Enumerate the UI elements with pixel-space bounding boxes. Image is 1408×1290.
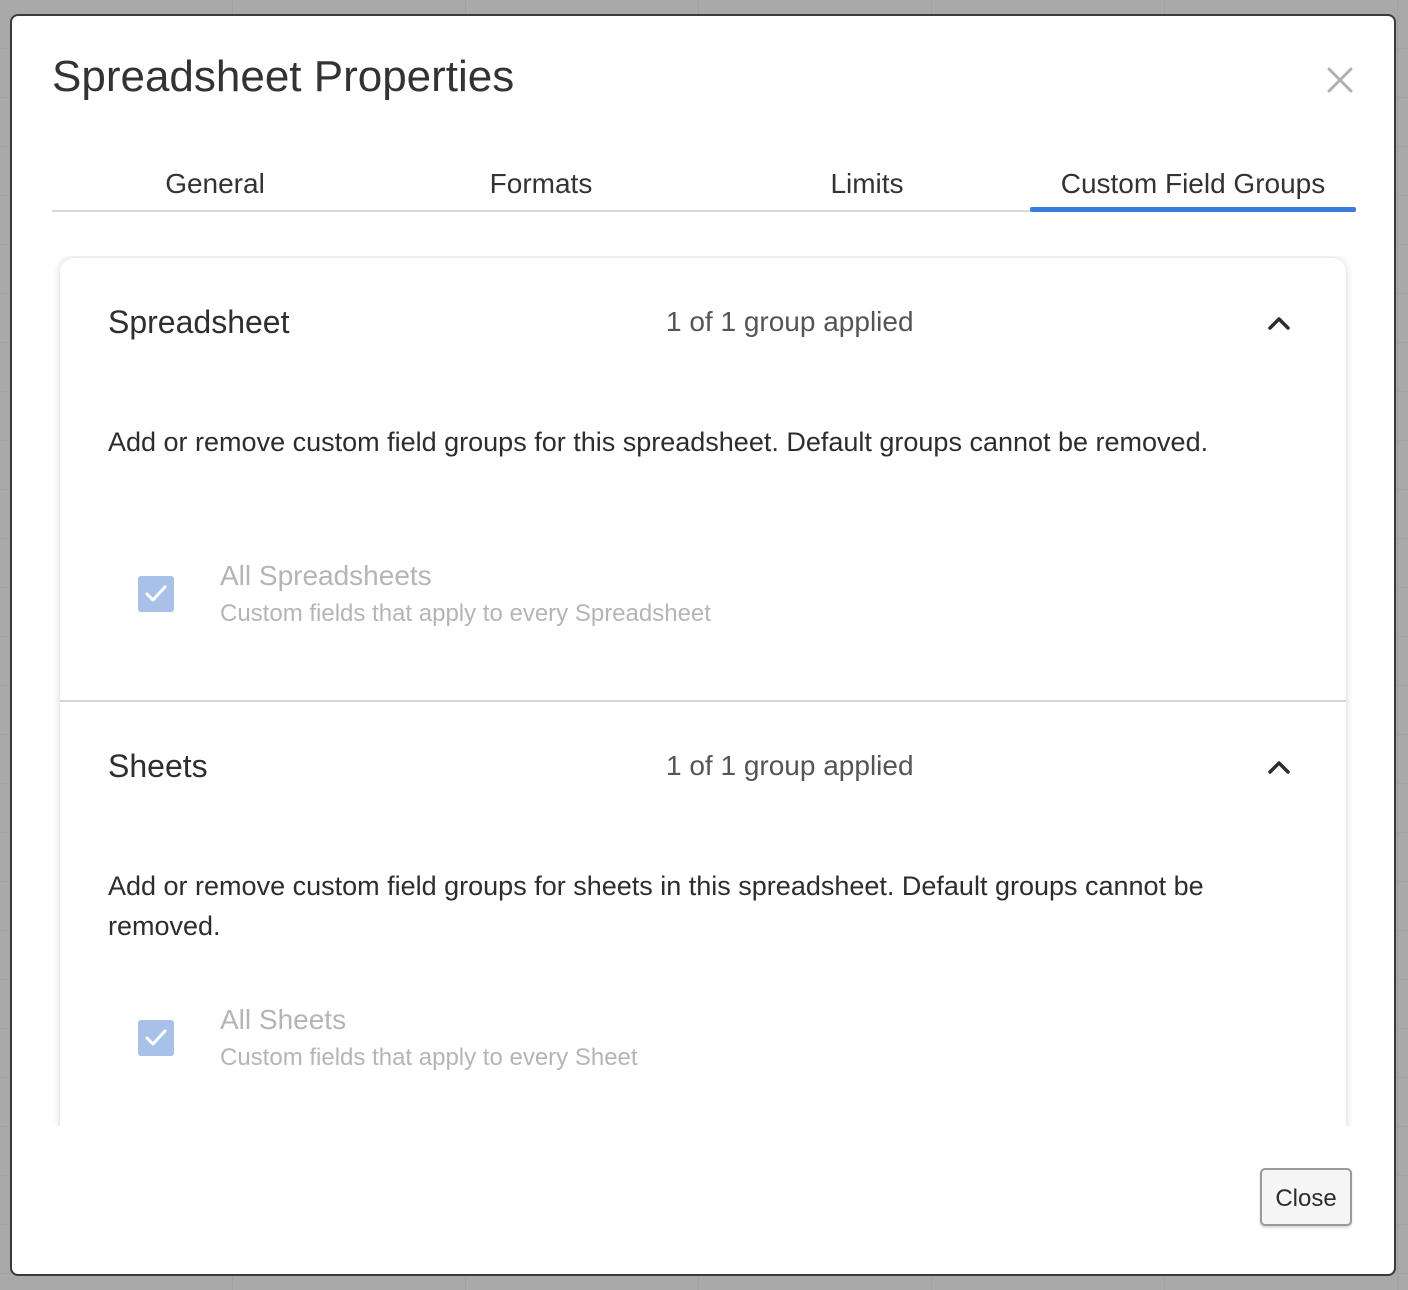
tab-bar: General Formats Limits Custom Field Grou…: [52, 166, 1356, 212]
tab-limits[interactable]: Limits: [704, 166, 1030, 210]
option-title: All Spreadsheets: [220, 560, 432, 591]
dialog-scroll-area[interactable]: Spreadsheet 1 of 1 group applied Add or …: [12, 256, 1394, 1126]
section-title: Spreadsheet: [108, 304, 290, 340]
checkbox[interactable]: [138, 1020, 174, 1056]
group-count: 1 of 1 group applied: [666, 306, 914, 337]
option-subtitle: Custom fields that apply to every Sheet: [220, 1044, 638, 1071]
option-subtitle: Custom fields that apply to every Spread…: [220, 600, 711, 627]
close-button[interactable]: Close: [1260, 1168, 1352, 1226]
section-header[interactable]: Spreadsheet 1 of 1 group applied: [108, 304, 1298, 348]
dialog-title: Spreadsheet Properties: [52, 52, 515, 101]
section-title: Sheets: [108, 748, 208, 784]
chevron-up-icon[interactable]: [1264, 308, 1294, 338]
tab-general[interactable]: General: [52, 166, 378, 210]
section-description: Add or remove custom field groups for th…: [108, 427, 1209, 457]
section-header[interactable]: Sheets 1 of 1 group applied: [108, 748, 1298, 792]
group-count: 1 of 1 group applied: [666, 750, 914, 781]
option-title: All Sheets: [220, 1004, 347, 1035]
tab-custom-field-groups[interactable]: Custom Field Groups: [1030, 166, 1356, 212]
section-spreadsheet: Spreadsheet 1 of 1 group applied Add or …: [60, 258, 1346, 702]
section-sheets: Sheets 1 of 1 group applied Add or remov…: [60, 702, 1346, 1126]
spreadsheet-properties-dialog: Spreadsheet Properties General Formats L…: [10, 14, 1396, 1276]
group-option-all-spreadsheets: All Spreadsheets Custom fields that appl…: [138, 560, 938, 642]
section-description: Add or remove custom field groups for sh…: [108, 871, 1204, 941]
custom-field-groups-card: Spreadsheet 1 of 1 group applied Add or …: [60, 258, 1346, 1126]
checkbox[interactable]: [138, 576, 174, 612]
close-icon[interactable]: [1324, 64, 1356, 96]
chevron-up-icon[interactable]: [1264, 752, 1294, 782]
group-option-all-sheets: All Sheets Custom fields that apply to e…: [138, 1004, 938, 1086]
tab-formats[interactable]: Formats: [378, 166, 704, 210]
